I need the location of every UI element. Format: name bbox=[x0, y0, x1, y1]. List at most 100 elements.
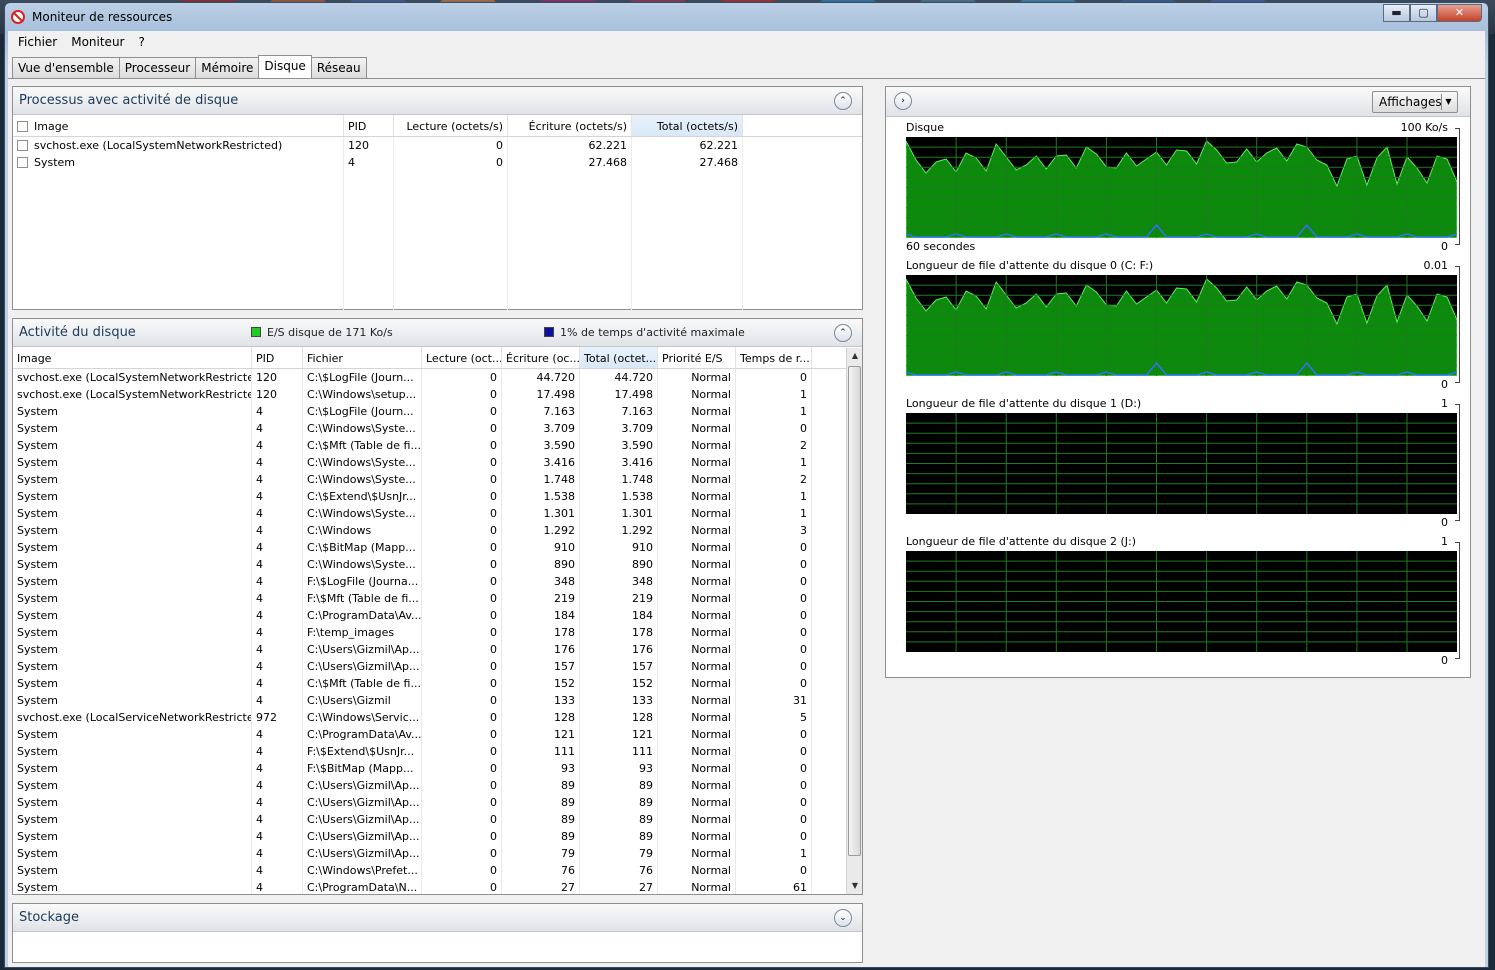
table-row[interactable]: svchost.exe (LocalServiceNetworkRestrict… bbox=[13, 709, 862, 726]
processes-header[interactable]: Processus avec activité de disque ⌃ bbox=[13, 87, 862, 115]
minimize-button[interactable]: ▬ bbox=[1383, 4, 1410, 22]
collapse-icon[interactable]: ⌃ bbox=[834, 92, 852, 110]
tab-overview[interactable]: Vue d'ensemble bbox=[12, 57, 120, 78]
table-cell: C:\Users\Gizmil\Ap... bbox=[303, 828, 422, 845]
column-header[interactable]: Priorité E/S bbox=[658, 347, 736, 368]
table-row[interactable]: System 4 C:\Users\Gizmil\Ap... 0 89 89 Normal 0 bbox=[13, 777, 862, 794]
table-cell: System bbox=[13, 471, 252, 488]
table-row[interactable]: System 4 F:\$LogFile (Journa... 0 348 348 Norm… bbox=[13, 573, 862, 590]
table-row[interactable]: System 4 C:\$Mft (Table de fi... 0 152 152 Nor… bbox=[13, 675, 862, 692]
expand-right-icon[interactable]: › bbox=[894, 92, 912, 110]
table-row[interactable]: System 4 C:\Windows\Syste... 0 1.301 1.301 Nor… bbox=[13, 505, 862, 522]
scroll-thumb[interactable] bbox=[848, 366, 861, 856]
table-cell: 4 bbox=[252, 454, 303, 471]
table-row[interactable]: System 4 C:\Windows 0 1.292 1.292 Normal 3 bbox=[13, 522, 862, 539]
column-header[interactable]: Image bbox=[13, 115, 344, 136]
table-cell: 184 bbox=[502, 607, 580, 624]
table-row[interactable]: System 4 C:\ProgramData\Av... 0 184 184 Normal… bbox=[13, 607, 862, 624]
table-cell: 121 bbox=[502, 726, 580, 743]
table-row[interactable]: System 4 C:\$BitMap (Mapp... 0 910 910 Normal 0 bbox=[13, 539, 862, 556]
table-row[interactable]: System 4 C:\Users\Gizmil 0 133 133 Normal 31 bbox=[13, 692, 862, 709]
table-row[interactable]: System 4 C:\$LogFile (Journ... 0 7.163 7.163 N… bbox=[13, 403, 862, 420]
column-header[interactable]: Total (octet... bbox=[580, 347, 658, 368]
menu-moniteur[interactable]: Moniteur bbox=[64, 31, 131, 53]
table-cell: 89 bbox=[502, 794, 580, 811]
table-cell: 4 bbox=[252, 522, 303, 539]
table-cell: 128 bbox=[580, 709, 658, 726]
collapse-icon[interactable]: ⌃ bbox=[834, 324, 852, 342]
tab-disk[interactable]: Disque bbox=[258, 55, 312, 78]
table-row[interactable]: System 4 F:\temp_images 0 178 178 Normal 0 bbox=[13, 624, 862, 641]
table-cell: C:\Windows\Syste... bbox=[303, 505, 422, 522]
table-row[interactable]: svchost.exe (LocalSystemNetworkRestricte… bbox=[13, 386, 862, 403]
table-row[interactable]: System 4 C:\Users\Gizmil\Ap... 0 89 89 Normal 0 bbox=[13, 794, 862, 811]
column-header[interactable]: Image bbox=[13, 347, 252, 368]
column-header[interactable]: Lecture (oct... bbox=[422, 347, 502, 368]
tab-memory[interactable]: Mémoire bbox=[195, 57, 260, 78]
table-cell: 4 bbox=[252, 811, 303, 828]
column-header[interactable]: Écriture (oc... bbox=[502, 347, 580, 368]
table-cell: C:\Users\Gizmil\Ap... bbox=[303, 794, 422, 811]
menu-help[interactable]: ? bbox=[131, 31, 151, 53]
table-cell: System bbox=[13, 862, 252, 879]
table-row[interactable]: System 4 C:\Users\Gizmil\Ap... 0 89 89 Normal 0 bbox=[13, 828, 862, 845]
select-all-checkbox[interactable] bbox=[17, 121, 28, 132]
table-row[interactable]: System 4 C:\ProgramData\N... 0 27 27 Normal 61 bbox=[13, 879, 862, 894]
column-header[interactable]: Total (octets/s) bbox=[632, 115, 743, 136]
scroll-up-icon[interactable]: ▲ bbox=[847, 348, 863, 364]
menu-fichier[interactable]: Fichier bbox=[11, 31, 64, 53]
table-row[interactable]: System 4 C:\$Mft (Table de fi... 0 3.590 3.59… bbox=[13, 437, 862, 454]
storage-title: Stockage bbox=[19, 910, 79, 925]
table-cell: 128 bbox=[502, 709, 580, 726]
table-cell: 890 bbox=[502, 556, 580, 573]
graph-min-label: 0 bbox=[1441, 654, 1448, 667]
table-cell: 93 bbox=[502, 760, 580, 777]
activity-scrollbar[interactable]: ▲ ▼ bbox=[846, 348, 862, 894]
table-row[interactable]: System 4 C:\$Extend\$UsnJr... 0 1.538 1.538 No… bbox=[13, 488, 862, 505]
tab-processor[interactable]: Processeur bbox=[118, 57, 197, 78]
table-cell: C:\Windows bbox=[303, 522, 422, 539]
row-checkbox[interactable] bbox=[17, 157, 28, 168]
column-header[interactable]: Lecture (octets/s) bbox=[394, 115, 508, 136]
table-cell: 4 bbox=[252, 862, 303, 879]
table-cell: 120 bbox=[252, 386, 303, 403]
column-header[interactable]: PID bbox=[344, 115, 394, 136]
scroll-down-icon[interactable]: ▼ bbox=[847, 878, 863, 894]
table-cell: System bbox=[13, 692, 252, 709]
disk-activity-table: Image PID Fichier Lecture (oct... Écriture (… bbox=[13, 347, 862, 894]
table-row[interactable]: System 4 C:\Windows\Prefet... 0 76 76 Normal 0 bbox=[13, 862, 862, 879]
table-row[interactable]: System 4 C:\Users\Gizmil\Ap... 0 79 79 Normal 1 bbox=[13, 845, 862, 862]
table-cell: C:\Windows\Syste... bbox=[303, 420, 422, 437]
table-row[interactable]: System 4 C:\ProgramData\Av... 0 121 121 Normal… bbox=[13, 726, 862, 743]
table-cell: System bbox=[13, 760, 252, 777]
close-button[interactable]: ✕ bbox=[1437, 4, 1482, 22]
tab-network[interactable]: Réseau bbox=[310, 57, 367, 78]
table-cell: Normal bbox=[658, 641, 736, 658]
title-bar[interactable]: Moniteur de ressources ▬ ▢ ✕ bbox=[5, 3, 1488, 31]
table-row[interactable]: System 4 0 27.468 27.468 bbox=[13, 154, 862, 171]
column-header[interactable]: Fichier bbox=[303, 347, 422, 368]
table-row[interactable]: System 4 F:\$BitMap (Mapp... 0 93 93 Normal 0 bbox=[13, 760, 862, 777]
table-row[interactable]: System 4 C:\Windows\Syste... 0 1.748 1.748 Nor… bbox=[13, 471, 862, 488]
column-header[interactable]: Écriture (octets/s) bbox=[508, 115, 632, 136]
table-row[interactable]: System 4 C:\Users\Gizmil\Ap... 0 89 89 Normal 0 bbox=[13, 811, 862, 828]
views-dropdown[interactable]: Affichages ▼ bbox=[1372, 91, 1458, 113]
table-row[interactable]: System 4 C:\Users\Gizmil\Ap... 0 157 157 Norma… bbox=[13, 658, 862, 675]
table-cell: 972 bbox=[252, 709, 303, 726]
table-row[interactable]: svchost.exe (LocalSystemNetworkRestricte… bbox=[13, 137, 862, 154]
maximize-button[interactable]: ▢ bbox=[1410, 4, 1437, 22]
table-row[interactable]: System 4 C:\Windows\Syste... 0 3.416 3.416 Nor… bbox=[13, 454, 862, 471]
row-checkbox[interactable] bbox=[17, 140, 28, 151]
table-row[interactable]: System 4 F:\$Extend\$UsnJr... 0 111 111 Normal… bbox=[13, 743, 862, 760]
table-row[interactable]: System 4 C:\Windows\Syste... 0 890 890 Normal 0 bbox=[13, 556, 862, 573]
table-row[interactable]: System 4 C:\Users\Gizmil\Ap... 0 176 176 Norma… bbox=[13, 641, 862, 658]
column-header[interactable]: Temps de r... bbox=[736, 347, 812, 368]
storage-header[interactable]: Stockage ⌄ bbox=[13, 904, 862, 932]
table-row[interactable]: System 4 F:\$Mft (Table de fi... 0 219 219 Nor… bbox=[13, 590, 862, 607]
table-row[interactable]: System 4 C:\Windows\Syste... 0 3.709 3.709 Nor… bbox=[13, 420, 862, 437]
io-area bbox=[905, 278, 1458, 377]
table-row[interactable]: svchost.exe (LocalSystemNetworkRestricte… bbox=[13, 369, 862, 386]
disk-activity-header[interactable]: Activité du disque E/S disque de 171 Ko/… bbox=[13, 319, 862, 347]
column-header[interactable]: PID bbox=[252, 347, 303, 368]
expand-icon[interactable]: ⌄ bbox=[834, 909, 852, 927]
